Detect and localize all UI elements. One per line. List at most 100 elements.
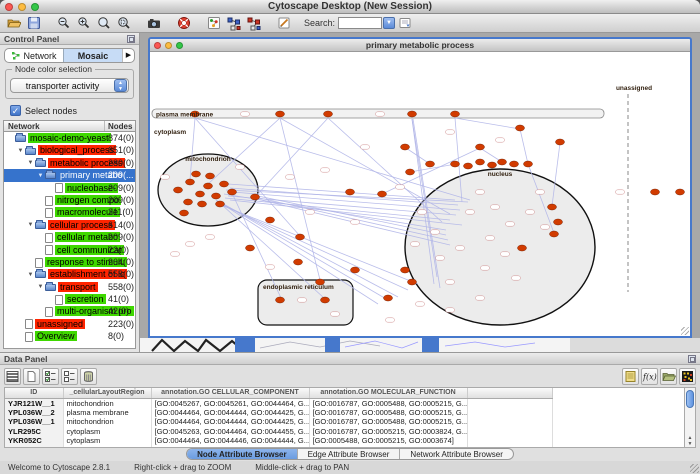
tab-node-attribute-browser[interactable]: Node Attribute Browser [187,449,298,459]
network-node[interactable] [206,173,215,179]
window-resize-grip[interactable] [681,327,689,335]
graphics-details-button[interactable] [205,15,223,31]
network-node[interactable] [524,161,533,167]
network-node[interactable] [451,161,460,167]
network-node[interactable] [451,111,460,117]
import-attributes-button[interactable] [660,368,677,385]
network-node[interactable] [266,217,275,223]
network-node[interactable] [676,189,685,195]
node-color-dropdown[interactable]: transporter activity ▲▼ [10,78,129,93]
tree-expand-icon[interactable]: ▼ [26,157,35,169]
tree-row[interactable]: macromolecule311(0) [4,206,135,218]
table-row[interactable]: YDR039C__1mitochondrion[GO:0044464, GO:0… [5,446,552,449]
table-column-header[interactable] [467,388,552,398]
tree-expand-icon[interactable]: ▼ [36,170,45,182]
table-row[interactable]: YJR121W__1mitochondrion[GO:0045267, GO:0… [5,398,552,408]
search-input[interactable] [338,17,382,29]
table-column-header[interactable]: _cellularLayoutRegion [63,388,151,398]
heatmap-matrix-button[interactable] [679,368,696,385]
new-network-from-selected-nodes-button[interactable] [225,15,243,31]
table-row[interactable]: YPL036W__1mitochondrion[GO:0044464, GO:0… [5,417,552,427]
tree-expand-icon[interactable]: ▼ [26,219,35,231]
table-column-header[interactable]: annotation.GO CELLULAR_COMPONENT [151,388,309,398]
table-row[interactable]: YLR295Ccytoplasm[GO:0045263, GO:0044464,… [5,427,552,437]
network-edge[interactable] [280,118,320,280]
tree-row[interactable]: multi-organism pro42(0) [4,305,135,317]
network-node[interactable] [426,161,435,167]
tree-row[interactable]: Overview8(0) [4,330,135,342]
table-scrollbar[interactable]: ▲▼ [684,388,695,447]
unselect-attributes-button[interactable] [61,368,78,385]
tree-row[interactable]: ▼cellular process614(0) [4,219,135,231]
tree-row[interactable]: ▼biological_process651(0) [4,144,135,156]
open-session-button[interactable] [5,15,23,31]
new-network-from-selected-edges-button[interactable] [245,15,263,31]
tree-row[interactable]: response to stimulu264(0) [4,256,135,268]
title-bar[interactable]: Cytoscape Desktop (New Session) [0,0,700,14]
network-canvas[interactable]: plasma membranecytoplasmmitochondrionnuc… [150,52,690,336]
network-node[interactable] [346,189,355,195]
annotation-button[interactable] [275,15,293,31]
select-attributes-button[interactable] [42,368,59,385]
scrollbar-arrows[interactable]: ▲▼ [685,435,695,447]
delete-attribute-trash-button[interactable] [80,368,97,385]
tree-row[interactable]: cell communicat22(0) [4,244,135,256]
network-edge[interactable] [280,118,450,214]
network-node[interactable] [204,183,213,189]
search-options-button[interactable] [396,15,414,31]
select-nodes-row[interactable]: ✓ Select nodes [10,105,139,116]
network-node[interactable] [228,189,237,195]
network-node[interactable] [378,191,387,197]
network-node[interactable] [651,189,660,195]
tree-row[interactable]: nucleobase-209(0) [4,182,135,194]
network-edge[interactable] [328,118,442,222]
float-panel-icon[interactable] [127,35,135,43]
network-node[interactable] [516,125,525,131]
new-attribute-button[interactable] [23,368,40,385]
search-dropdown-button[interactable]: ▼ [383,17,395,29]
scrollbar-thumb[interactable] [686,390,694,408]
network-node[interactable] [321,297,330,303]
network-node[interactable] [408,111,417,117]
network-node[interactable] [498,159,507,165]
network-node[interactable] [296,234,305,240]
tree-expand-icon[interactable]: ▼ [26,269,35,281]
network-node[interactable] [351,267,360,273]
network-node[interactable] [406,169,415,175]
table-row[interactable]: YPL036W__2plasma membrane[GO:0044464, GO… [5,408,552,418]
network-node[interactable] [276,111,285,117]
network-node[interactable] [384,295,393,301]
select-nodes-checkbox[interactable]: ✓ [10,105,21,116]
network-edge[interactable] [230,188,458,205]
tree-row[interactable]: ▼establishment of lo558(0) [4,268,135,280]
snapshot-camera-button[interactable] [145,15,163,31]
table-column-header[interactable]: annotation.GO MOLECULAR_FUNCTION [309,388,467,398]
network-node[interactable] [488,162,497,168]
network-node[interactable] [548,204,557,210]
help-lifebuoy-button[interactable] [175,15,193,31]
network-node[interactable] [251,194,260,200]
tree-row[interactable]: nitrogen compo209(0) [4,194,135,206]
network-node[interactable] [192,171,201,177]
network-node[interactable] [180,210,189,216]
tab-network[interactable]: Network [5,49,63,62]
network-node[interactable] [554,219,563,225]
zoom-out-button[interactable] [55,15,73,31]
network-node[interactable] [184,199,193,205]
network-node[interactable] [510,161,519,167]
network-node[interactable] [518,245,527,251]
network-node[interactable] [324,111,333,117]
attribute-table-mode-button[interactable] [4,368,21,385]
network-node[interactable] [294,259,303,265]
network-window-titlebar[interactable]: primary metabolic process [150,39,690,52]
network-node[interactable] [550,231,559,237]
tree-row[interactable]: ▼transport558(0) [4,281,135,293]
tree-row[interactable]: ▼metabolic process280(0) [4,157,135,169]
network-node[interactable] [401,144,410,150]
network-node[interactable] [220,181,229,187]
tree-expand-icon[interactable]: ▼ [16,145,25,157]
tab-edge-attribute-browser[interactable]: Edge Attribute Browser [298,449,401,459]
network-node[interactable] [212,193,221,199]
tree-row[interactable]: secretion41(0) [4,293,135,305]
attribute-table[interactable]: ID_cellularLayoutRegionannotation.GO CEL… [5,388,553,448]
